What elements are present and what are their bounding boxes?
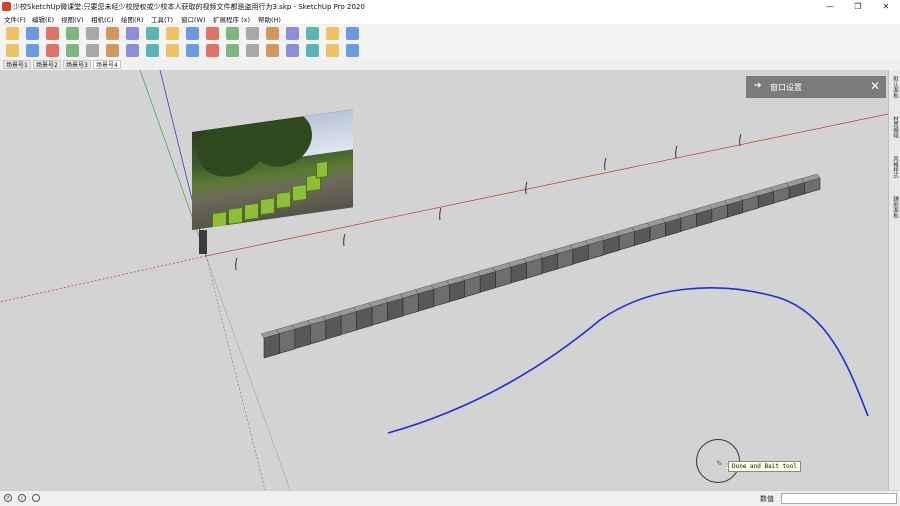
cursor-pen-icon: ✎ <box>716 459 723 468</box>
menu-camera[interactable]: 相机(C) <box>91 14 114 24</box>
photo-fence-segment <box>228 206 243 225</box>
eraser-icon[interactable] <box>26 27 39 40</box>
scene-tab-3[interactable]: 场景号3 <box>63 60 91 69</box>
right-tray: 默认面板 材质编辑 风格样式 辅助面板 <box>888 70 900 490</box>
left-icon[interactable] <box>326 44 339 57</box>
globe-icon[interactable] <box>346 44 359 57</box>
top-icon[interactable] <box>246 44 259 57</box>
orbit-icon[interactable] <box>246 27 259 40</box>
fence-post <box>525 181 528 195</box>
tray-panel-header[interactable]: ➔ 窗口设置 ✕ <box>746 76 886 98</box>
material-icon[interactable] <box>26 44 39 57</box>
menu-tools[interactable]: 工具(T) <box>151 14 173 24</box>
fence-post <box>604 157 607 171</box>
window-title: 少校SketchUp微课堂:只要您未经少校授权或少校本人获取的视频文件都是盗用行… <box>13 3 365 11</box>
menu-file[interactable]: 文件(F) <box>4 14 26 24</box>
right-icon[interactable] <box>286 44 299 57</box>
photo-fence-segment <box>244 202 259 221</box>
minimize-button[interactable]: — <box>816 0 844 13</box>
maximize-button[interactable]: ❐ <box>844 0 872 13</box>
zoom-icon[interactable] <box>286 27 299 40</box>
pan-icon[interactable] <box>266 27 279 40</box>
rectangle-icon[interactable] <box>86 27 99 40</box>
fence-post <box>235 257 238 271</box>
user-icon[interactable] <box>32 494 40 502</box>
fence-post <box>439 207 442 221</box>
tool-tooltip-text: Done and Bait tool <box>732 463 798 470</box>
green-axis-hidden <box>205 255 266 490</box>
panel-arrow-icon[interactable]: ➔ <box>754 81 762 91</box>
menu-draw[interactable]: 绘图(R) <box>121 14 144 24</box>
shadow-icon[interactable] <box>146 44 159 57</box>
paint-icon[interactable] <box>46 27 59 40</box>
close-button[interactable]: ✕ <box>872 0 900 13</box>
menu-edit[interactable]: 编辑(E) <box>32 14 54 24</box>
tray-tab-default[interactable]: 默认面板 <box>890 76 899 98</box>
camera-icon[interactable] <box>306 27 319 40</box>
menu-window[interactable]: 窗口(W) <box>181 14 206 24</box>
axis-origin-marker <box>199 230 207 254</box>
tray-tab-styles[interactable]: 风格样式 <box>890 156 899 178</box>
scene-tab-4[interactable]: 场景号4 <box>93 60 121 69</box>
front-icon[interactable] <box>266 44 279 57</box>
status-bar: ? i 数值 <box>0 490 900 506</box>
red-axis-hidden <box>0 255 207 303</box>
photo-fence-segment <box>316 160 328 179</box>
scene-tabs: 场景号1 场景号2 场景号3 场景号4 <box>0 59 900 70</box>
guide-line <box>205 255 291 490</box>
scene-tab-2[interactable]: 场景号2 <box>33 60 61 69</box>
measurements-label: 数值 <box>760 495 774 503</box>
photo-fence-segment <box>292 183 307 202</box>
panel-close-icon[interactable]: ✕ <box>870 79 880 93</box>
iso-icon[interactable] <box>226 44 239 57</box>
push-pull-icon[interactable] <box>126 27 139 40</box>
scene-tab-1[interactable]: 场景号1 <box>3 60 31 69</box>
sound-icon[interactable] <box>186 44 199 57</box>
title-bar: 少校SketchUp微课堂:只要您未经少校授权或少校本人获取的视频文件都是盗用行… <box>0 0 900 13</box>
line-icon[interactable] <box>66 27 79 40</box>
info-icon[interactable]: i <box>18 494 26 502</box>
circle-icon[interactable] <box>106 27 119 40</box>
back-icon[interactable] <box>306 44 319 57</box>
text-icon[interactable] <box>226 27 239 40</box>
photo-fence-segment <box>260 197 275 216</box>
toolbar-row-2 <box>0 42 900 59</box>
menu-bar: 文件(F) 编辑(E) 视图(V) 相机(C) 绘图(R) 工具(T) 窗口(W… <box>0 13 900 24</box>
tray-tab-helper[interactable]: 辅助面板 <box>890 196 899 218</box>
menu-view[interactable]: 视图(V) <box>61 14 84 24</box>
tray-tab-materials[interactable]: 材质编辑 <box>890 116 899 138</box>
scene-drawing <box>0 70 888 490</box>
path-curve[interactable] <box>387 287 869 434</box>
layout-icon[interactable] <box>346 27 359 40</box>
section-icon[interactable] <box>326 27 339 40</box>
component-icon[interactable] <box>6 44 19 57</box>
photo-fence-segment <box>276 191 291 210</box>
extension-icon[interactable] <box>66 44 79 57</box>
toolbar-row-1 <box>0 25 900 42</box>
sandbox-icon[interactable] <box>106 44 119 57</box>
fence-post <box>675 145 678 159</box>
select-icon[interactable] <box>6 27 19 40</box>
menu-extensions[interactable]: 扩展程序 (x) <box>213 14 250 24</box>
measurements-input[interactable] <box>781 493 897 504</box>
warehouse-icon[interactable] <box>46 44 59 57</box>
tool-tooltip: Done and Bait tool <box>728 461 802 472</box>
scale-icon[interactable] <box>186 27 199 40</box>
fog-icon[interactable] <box>166 44 179 57</box>
solid-icon[interactable] <box>86 44 99 57</box>
move-icon[interactable] <box>146 27 159 40</box>
sketchup-app-icon <box>2 2 11 11</box>
model-viewport[interactable]: ✎ 完 Done and Bait tool <box>0 70 888 490</box>
help-icon[interactable]: ? <box>4 494 12 502</box>
fence-post <box>343 233 346 247</box>
menu-help[interactable]: 帮助(H) <box>258 14 281 24</box>
view-icon[interactable] <box>206 44 219 57</box>
fence-post <box>739 133 742 147</box>
panel-title: 窗口设置 <box>770 83 802 92</box>
tape-icon[interactable] <box>206 27 219 40</box>
style-icon[interactable] <box>126 44 139 57</box>
rotate-icon[interactable] <box>166 27 179 40</box>
